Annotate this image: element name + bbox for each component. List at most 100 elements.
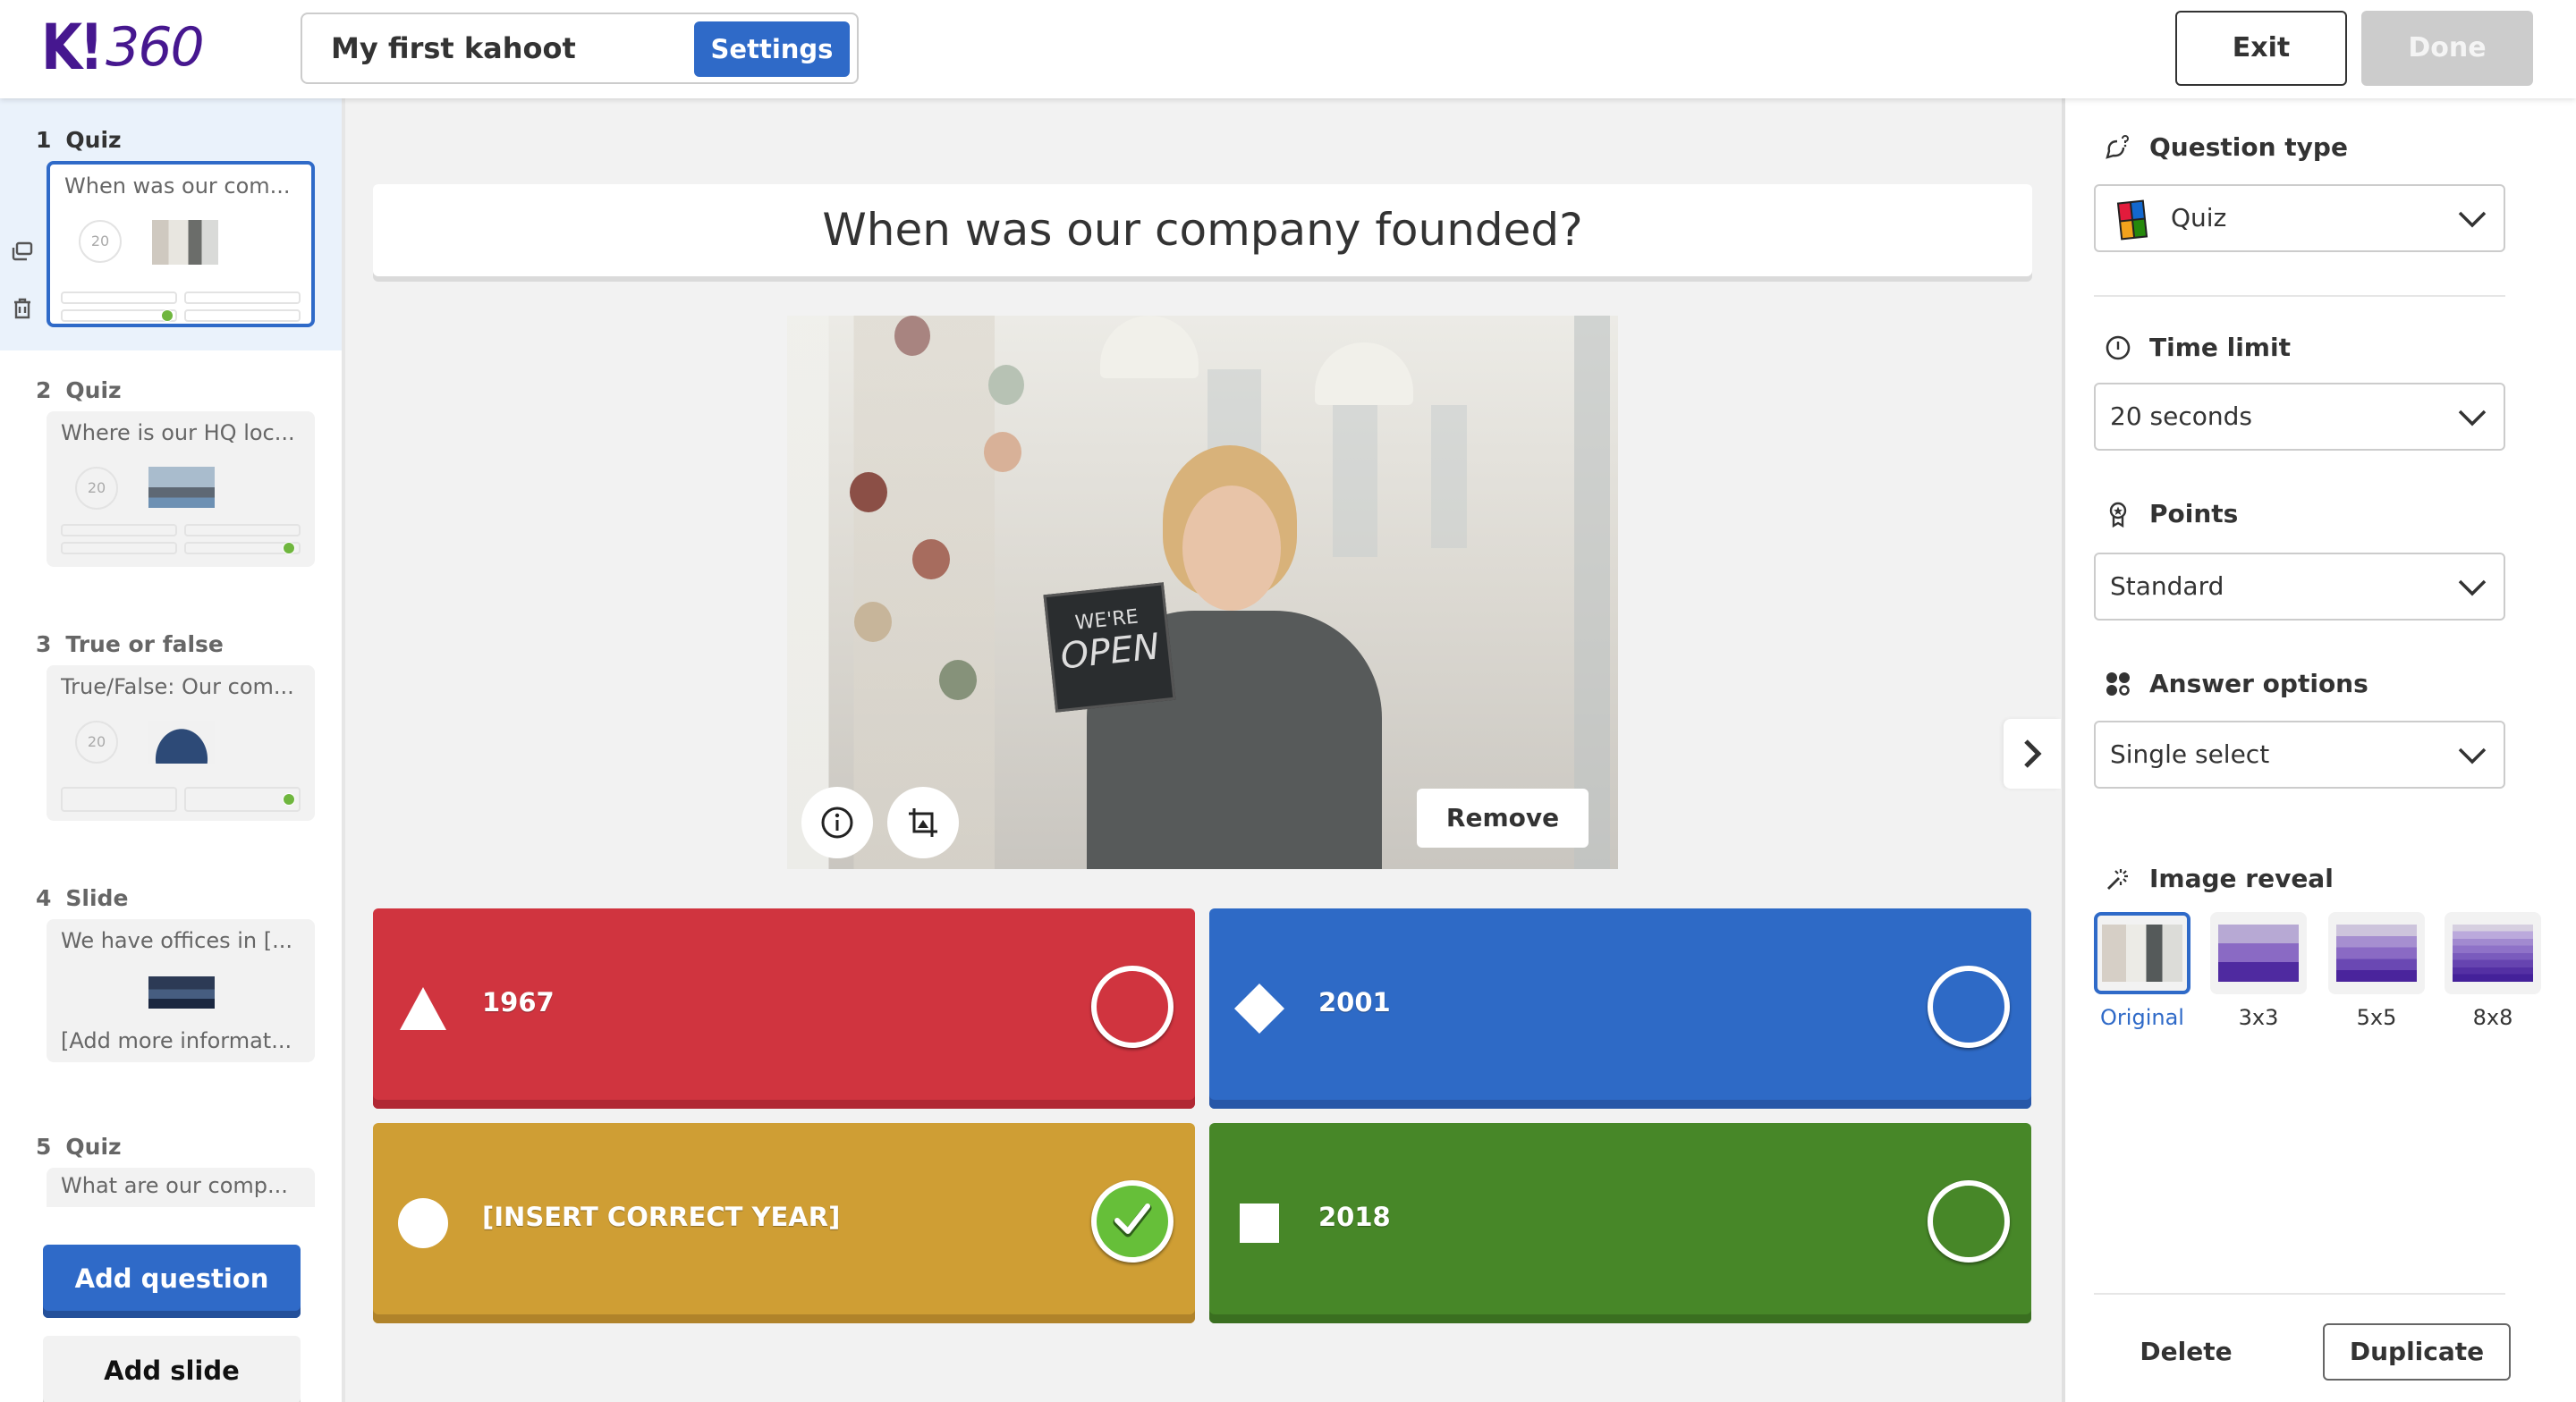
image-reveal-5x5[interactable] [2328, 912, 2425, 994]
kahoot-title-field[interactable]: My first kahoot Settings [301, 13, 859, 84]
image-info-button[interactable] [801, 787, 873, 858]
sidebar-card[interactable]: What are our comp... [47, 1168, 315, 1207]
image-window [1431, 405, 1467, 548]
card-slide-body: [Add more informat... [61, 1028, 292, 1053]
label-text: Image reveal [2149, 864, 2334, 893]
sidebar-item-5[interactable]: 5 Quiz What are our comp... [0, 1107, 342, 1241]
item-type: Quiz [65, 377, 122, 403]
trash-icon[interactable] [11, 297, 34, 320]
question-type-select[interactable]: Quiz [2094, 184, 2505, 252]
time-limit-select[interactable]: 20 seconds [2094, 383, 2505, 451]
answer-text[interactable]: 1967 [482, 908, 555, 1096]
reveal-label-3x3[interactable]: 3x3 [2210, 1005, 2307, 1030]
sidebar-item-2[interactable]: 2 Quiz Where is our HQ loc... 20 [0, 350, 342, 603]
sidebar-item-heading: 5 Quiz [36, 1134, 122, 1160]
select-value: Single select [2110, 739, 2270, 769]
question-image: WE'RE OPEN [787, 316, 1618, 869]
answer-tile-2[interactable]: 2001 [1209, 908, 2031, 1109]
top-bar: K! 360 My first kahoot Settings Exit Don… [0, 0, 2576, 98]
reveal-preview [2453, 925, 2533, 982]
add-question-button[interactable]: Add question [43, 1245, 301, 1318]
sidebar-item-4[interactable]: 4 Slide We have offices in [... [Add more… [0, 855, 342, 1107]
sidebar-card[interactable]: True/False: Our com... 20 [47, 665, 315, 821]
answer-text[interactable]: 2001 [1318, 908, 1391, 1096]
item-number: 3 [36, 631, 52, 657]
card-thumbnail [148, 467, 215, 508]
answer-tile-3[interactable]: [INSERT CORRECT YEAR] [373, 1123, 1195, 1323]
points-select[interactable]: Standard [2094, 553, 2505, 621]
triangle-icon [400, 987, 446, 1030]
card-question-text: When was our com... [64, 173, 291, 198]
kahoot-360-logo[interactable]: K! 360 [41, 11, 205, 84]
mark-correct-toggle[interactable] [1091, 1180, 1174, 1263]
add-slide-button[interactable]: Add slide [43, 1336, 301, 1402]
duplicate-question-button[interactable]: Duplicate [2323, 1323, 2511, 1381]
collapse-panel-button[interactable] [2004, 719, 2061, 789]
settings-button[interactable]: Settings [694, 21, 850, 77]
mark-correct-toggle[interactable] [1928, 1180, 2010, 1263]
sidebar-card[interactable]: Where is our HQ loc... 20 [47, 411, 315, 567]
sidebar-item-heading: 4 Slide [36, 885, 128, 911]
answer-bar [61, 309, 177, 322]
image-ornament [854, 602, 892, 642]
image-ornament [939, 660, 977, 700]
answer-bar [61, 787, 177, 812]
image-ornament [850, 472, 887, 512]
logo-360: 360 [106, 16, 205, 79]
item-number: 2 [36, 377, 52, 403]
mark-correct-toggle[interactable] [1091, 966, 1174, 1048]
card-timer: 20 [75, 467, 118, 510]
answer-text[interactable]: [INSERT CORRECT YEAR] [482, 1123, 840, 1311]
square-icon [1240, 1204, 1279, 1243]
image-reveal-8x8[interactable] [2445, 912, 2541, 994]
card-thumbnail [152, 220, 218, 265]
exit-button[interactable]: Exit [2175, 11, 2347, 86]
answer-options-select[interactable]: Single select [2094, 721, 2505, 789]
correct-answer-dot [283, 793, 295, 806]
label-text: Points [2149, 499, 2239, 528]
item-number: 5 [36, 1134, 52, 1160]
item-type: Quiz [65, 127, 122, 153]
reveal-label-original[interactable]: Original [2094, 1005, 2190, 1030]
answer-options-label: Answer options [2105, 669, 2368, 698]
reveal-preview [2102, 925, 2182, 982]
card-question-text: Where is our HQ loc... [61, 420, 295, 445]
sidebar-item-heading: 2 Quiz [36, 377, 122, 403]
award-icon [2109, 502, 2127, 528]
mark-correct-toggle[interactable] [1928, 966, 2010, 1048]
select-value: Standard [2110, 571, 2224, 601]
question-title-input[interactable]: When was our company founded? [373, 184, 2032, 276]
sidebar-card[interactable]: When was our com... 20 [47, 161, 315, 327]
select-value: Quiz [2171, 203, 2227, 232]
reveal-label-8x8[interactable]: 8x8 [2445, 1005, 2541, 1030]
sidebar-card[interactable]: We have offices in [... [Add more inform… [47, 919, 315, 1062]
answer-bar [184, 309, 301, 322]
answer-bar [61, 542, 177, 554]
chevron-down-icon [2458, 747, 2487, 764]
image-reveal-original[interactable] [2094, 912, 2190, 994]
remove-image-button[interactable]: Remove [1417, 789, 1589, 848]
chevron-right-icon [2024, 739, 2042, 768]
sidebar-item-3[interactable]: 3 True or false True/False: Our com... 20 [0, 603, 342, 855]
duplicate-icon[interactable] [11, 240, 34, 263]
image-crop-button[interactable] [887, 787, 959, 858]
image-reveal-3x3[interactable] [2210, 912, 2307, 994]
done-button[interactable]: Done [2361, 11, 2533, 86]
answer-options-icon [2106, 671, 2130, 696]
question-list-sidebar: 1 Quiz When was our com... 20 2 Quiz Where… [0, 98, 345, 1402]
sidebar-item-1[interactable]: 1 Quiz When was our com... 20 [0, 98, 342, 350]
reveal-label-5x5[interactable]: 5x5 [2328, 1005, 2425, 1030]
answer-tile-1[interactable]: 1967 [373, 908, 1195, 1109]
sign-text-2: OPEN [1058, 626, 1162, 678]
image-ornament [988, 365, 1024, 405]
card-timer: 20 [75, 721, 118, 764]
delete-question-button[interactable]: Delete [2132, 1325, 2240, 1379]
item-number: 1 [36, 127, 52, 153]
magic-wand-icon [2107, 868, 2128, 890]
kahoot-title: My first kahoot [331, 31, 576, 65]
answer-text[interactable]: 2018 [1318, 1123, 1391, 1311]
time-limit-label: Time limit [2105, 333, 2291, 362]
answer-tile-4[interactable]: 2018 [1209, 1123, 2031, 1323]
item-type: Quiz [65, 1134, 122, 1160]
label-text: Time limit [2149, 333, 2291, 362]
